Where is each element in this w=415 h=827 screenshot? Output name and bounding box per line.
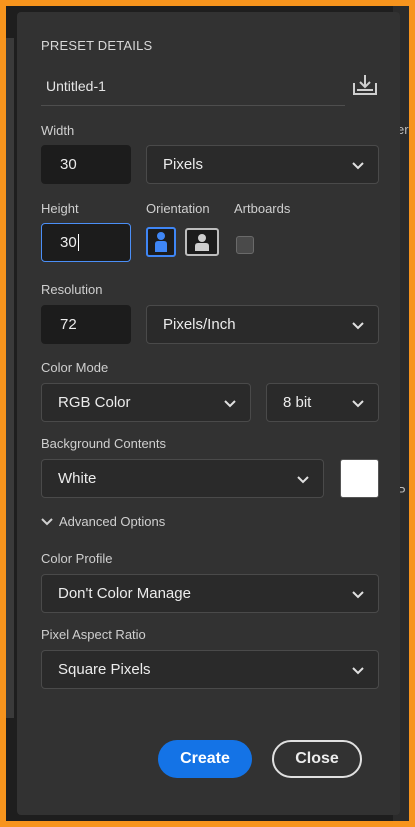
orientation-portrait-button[interactable]: [146, 227, 176, 257]
chevron-down-icon: [352, 399, 364, 407]
orientation-label: Orientation: [146, 201, 210, 216]
width-input[interactable]: 30: [41, 145, 131, 184]
height-label: Height: [41, 201, 79, 216]
portrait-person-icon: [155, 232, 167, 252]
artboards-checkbox[interactable]: [236, 236, 254, 254]
bit-depth-select[interactable]: 8 bit: [266, 383, 379, 422]
resolution-unit-value: Pixels/Inch: [163, 316, 236, 333]
pixel-aspect-ratio-select[interactable]: Square Pixels: [41, 650, 379, 689]
height-value: 30: [60, 234, 77, 251]
preset-details-panel: PRESET DETAILS Untitled-1 Width 30 Pixel…: [17, 12, 400, 815]
pixel-aspect-ratio-value: Square Pixels: [58, 661, 151, 678]
height-input[interactable]: 30: [41, 223, 131, 262]
width-label: Width: [41, 123, 75, 138]
chevron-down-icon: [41, 517, 53, 525]
color-mode-value: RGB Color: [58, 394, 131, 411]
width-value: 30: [60, 156, 77, 173]
background-contents-value: White: [58, 470, 97, 487]
resolution-label: Resolution: [41, 282, 103, 297]
advanced-options-label: Advanced Options: [59, 514, 166, 529]
landscape-person-icon: [195, 234, 209, 251]
color-mode-select[interactable]: RGB Color: [41, 383, 251, 422]
save-preset-icon[interactable]: [350, 70, 380, 100]
chevron-down-icon: [224, 399, 236, 407]
close-button[interactable]: Close: [272, 740, 362, 778]
chevron-down-icon: [352, 321, 364, 329]
orientation-landscape-button[interactable]: [185, 228, 219, 256]
chevron-down-icon: [297, 475, 309, 483]
resolution-unit-select[interactable]: Pixels/Inch: [146, 305, 379, 344]
left-scrollbar[interactable]: [6, 38, 14, 718]
text-caret: [77, 234, 79, 251]
color-profile-select[interactable]: Don't Color Manage: [41, 574, 379, 613]
pixel-aspect-ratio-label: Pixel Aspect Ratio: [41, 627, 146, 642]
advanced-options-toggle[interactable]: Advanced Options: [41, 514, 165, 529]
chevron-down-icon: [352, 666, 364, 674]
color-mode-label: Color Mode: [41, 360, 109, 375]
width-unit-value: Pixels: [163, 156, 204, 173]
preset-name-input[interactable]: Untitled-1: [41, 72, 345, 106]
create-button[interactable]: Create: [158, 740, 252, 778]
resolution-value: 72: [60, 316, 77, 333]
width-unit-select[interactable]: Pixels: [146, 145, 379, 184]
chevron-down-icon: [352, 161, 364, 169]
chevron-down-icon: [352, 590, 364, 598]
background-contents-label: Background Contents: [41, 436, 167, 451]
bit-depth-value: 8 bit: [283, 394, 312, 411]
color-profile-label: Color Profile: [41, 551, 113, 566]
background-color-swatch[interactable]: [340, 459, 379, 498]
section-title: PRESET DETAILS: [41, 38, 153, 53]
resolution-input[interactable]: 72: [41, 305, 131, 344]
background-contents-select[interactable]: White: [41, 459, 324, 498]
artboards-label: Artboards: [234, 201, 291, 216]
color-profile-value: Don't Color Manage: [58, 585, 191, 602]
